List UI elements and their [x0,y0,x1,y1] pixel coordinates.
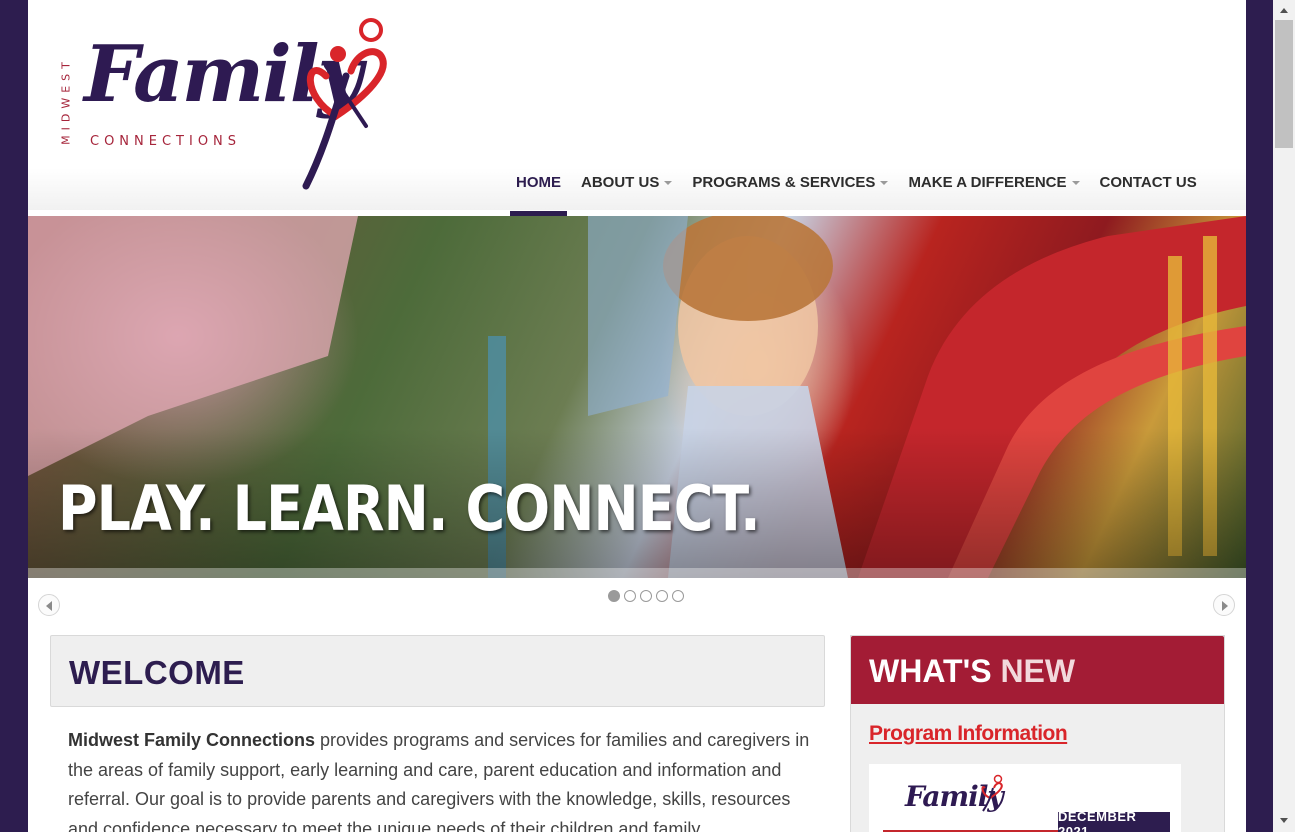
slider-pagination [608,590,684,602]
nav-item-programs-services[interactable]: PROGRAMS & SERVICES [682,160,898,216]
page: MIDWEST Family CONNECTIONS HOME ABOUT US… [28,0,1246,832]
nav-item-label: ABOUT US [581,174,660,191]
logo-heart-figure-icon [981,774,1003,812]
newsletter-thumbnail[interactable]: Family DECEMBER 2021 [869,764,1181,832]
nav-item-label: CONTACT US [1099,174,1197,191]
welcome-paragraph: Midwest Family Connections provides prog… [68,726,818,832]
whats-new-panel: WHAT'S NEW Program Information Family DE… [850,635,1225,832]
scroll-down-icon[interactable] [1280,818,1288,823]
hero-slider[interactable]: PLAY. LEARN. CONNECT. [28,216,1246,578]
caret-down-icon [664,181,673,185]
welcome-title: WELCOME [69,654,245,691]
nav-item-about-us[interactable]: ABOUT US [571,160,682,216]
caret-down-icon [1071,181,1080,185]
thumbnail-date-banner: DECEMBER 2021 [1058,809,1170,832]
logo-midwest-text: MIDWEST [59,57,73,145]
site-logo[interactable]: MIDWEST Family CONNECTIONS [58,16,388,192]
logo-connections-text: CONNECTIONS [90,134,242,149]
chevron-left-icon [46,601,52,611]
nav-item-label: PROGRAMS & SERVICES [692,174,876,191]
slider-dot[interactable] [624,590,636,602]
welcome-heading-box: WELCOME [50,635,825,707]
whats-new-header: WHAT'S NEW [851,636,1224,704]
hero-bottom-bar [28,568,1246,578]
org-name: Midwest Family Connections [68,730,316,750]
nav-item-contact-us[interactable]: CONTACT US [1090,160,1207,216]
hero-caption: PLAY. LEARN. CONNECT. [58,472,761,545]
caret-down-icon [880,181,889,185]
scroll-thumb[interactable] [1275,20,1293,148]
whats-new-title: WHAT'S NEW [869,653,1076,689]
nav-item-label: MAKE A DIFFERENCE [908,174,1067,191]
logo-heart-figure-icon [302,18,387,190]
slider-prev-button[interactable] [38,594,60,616]
chevron-right-icon [1222,601,1228,611]
slider-dot[interactable] [672,590,684,602]
slider-dot[interactable] [608,590,620,602]
slider-dot[interactable] [640,590,652,602]
program-information-link[interactable]: Program Information [869,722,1068,746]
scroll-up-icon[interactable] [1280,8,1288,13]
nav-item-make-a-difference[interactable]: MAKE A DIFFERENCE [898,160,1089,216]
nav-item-home[interactable]: HOME [506,160,571,216]
site-header: MIDWEST Family CONNECTIONS HOME ABOUT US… [28,0,1246,216]
nav-item-label: HOME [516,174,561,191]
page-scrollbar[interactable] [1273,0,1295,832]
slider-dot[interactable] [656,590,668,602]
main-navigation: HOME ABOUT US PROGRAMS & SERVICES MAKE A… [506,160,1207,216]
slider-next-button[interactable] [1213,594,1235,616]
